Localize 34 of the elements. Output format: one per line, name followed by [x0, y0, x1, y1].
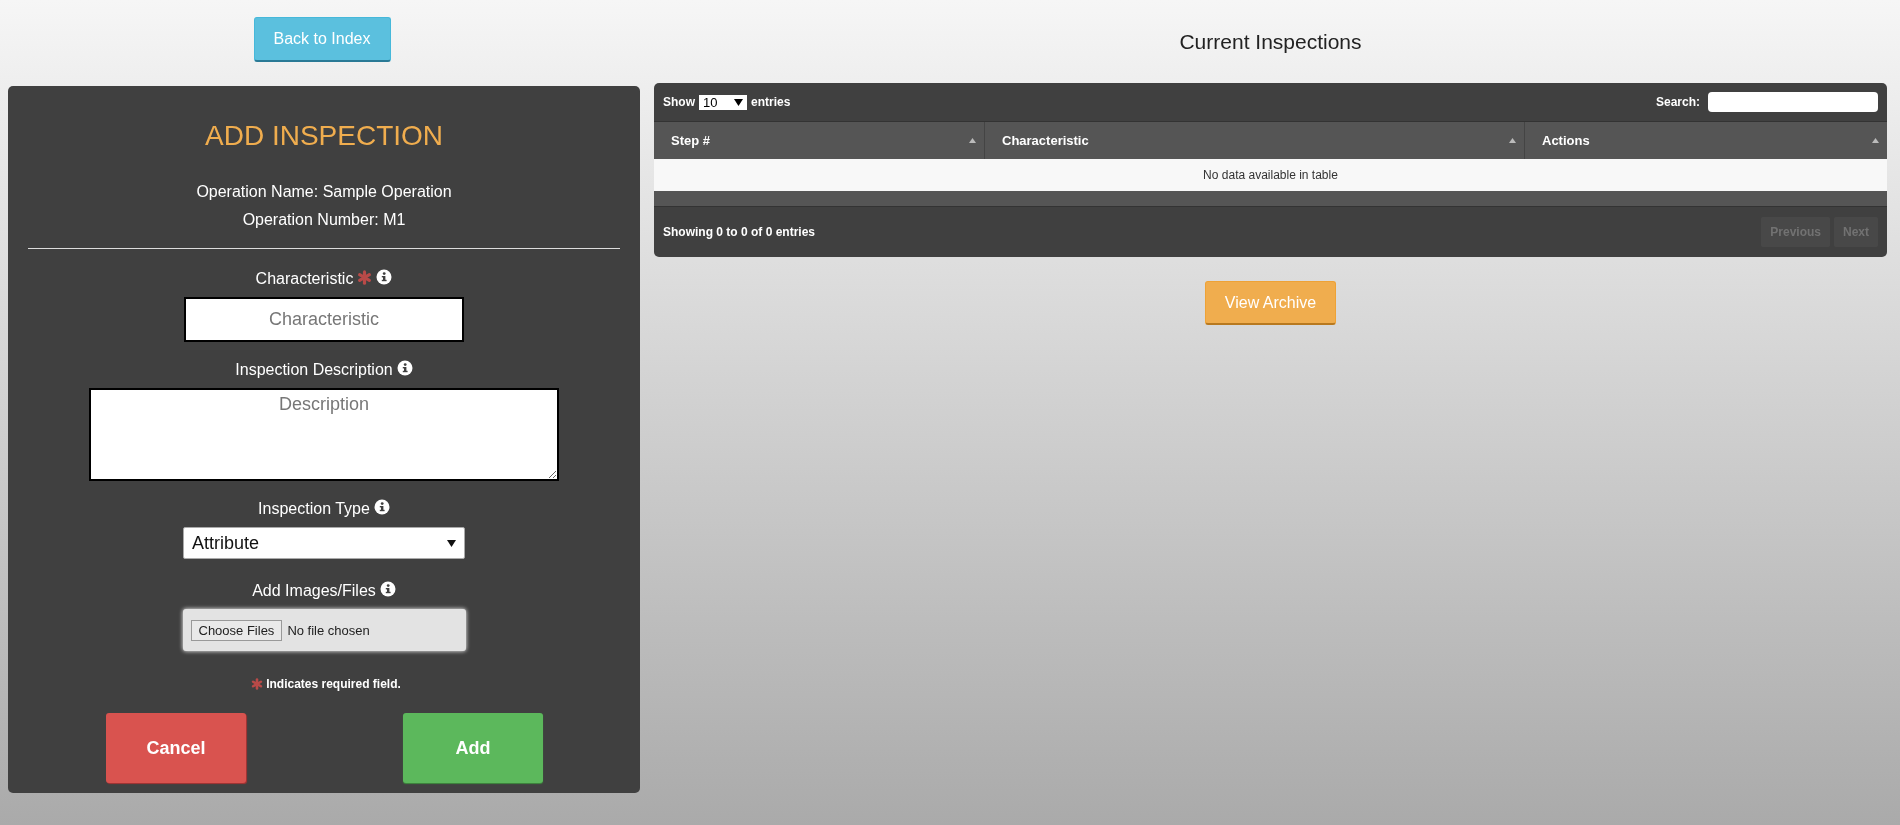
caret-icon: [734, 98, 743, 106]
column-header[interactable]: Step #: [654, 122, 984, 159]
field-label: Inspection Type: [258, 500, 370, 517]
empty-table-message: No data available in table: [654, 159, 1887, 191]
choose-files-button[interactable]: Choose Files: [190, 619, 283, 641]
info-icon: [396, 360, 413, 376]
operation-number: Operation Number: M1: [242, 210, 406, 230]
section-title: Current Inspections: [1179, 30, 1362, 54]
entries-label: entries: [751, 95, 791, 109]
info-icon: [379, 581, 396, 597]
caret-icon: [447, 539, 456, 547]
sort-icon: [1872, 138, 1879, 143]
asterisk-icon: [357, 270, 373, 285]
required-note: Indicates required field.: [266, 677, 401, 691]
text-field[interactable]: Characteristic: [184, 297, 464, 342]
field-label: Add Images/Files: [252, 582, 376, 599]
file-status: No file chosen: [287, 622, 370, 638]
entries-select[interactable]: 10: [699, 94, 747, 110]
operation-name: Operation Name: Sample Operation: [196, 182, 452, 202]
search-label: Search:: [1655, 95, 1700, 109]
info-icon: [376, 269, 393, 285]
field-label: Inspection Description: [235, 361, 393, 378]
sort-icon: [969, 138, 976, 143]
sort-icon: [1509, 138, 1516, 143]
search-field[interactable]: [1708, 92, 1878, 112]
select-field[interactable]: Attribute: [183, 527, 465, 559]
field-label: Characteristic: [255, 270, 354, 287]
cancel-button[interactable]: Cancel: [106, 713, 246, 783]
table-info: Showing 0 to 0 of 0 entries: [663, 225, 816, 239]
description-field[interactable]: Description: [89, 388, 559, 481]
show-label: Show: [663, 95, 695, 109]
form-title: ADD INSPECTION: [204, 120, 444, 152]
info-icon: [373, 499, 390, 515]
asterisk-icon: [251, 678, 264, 690]
